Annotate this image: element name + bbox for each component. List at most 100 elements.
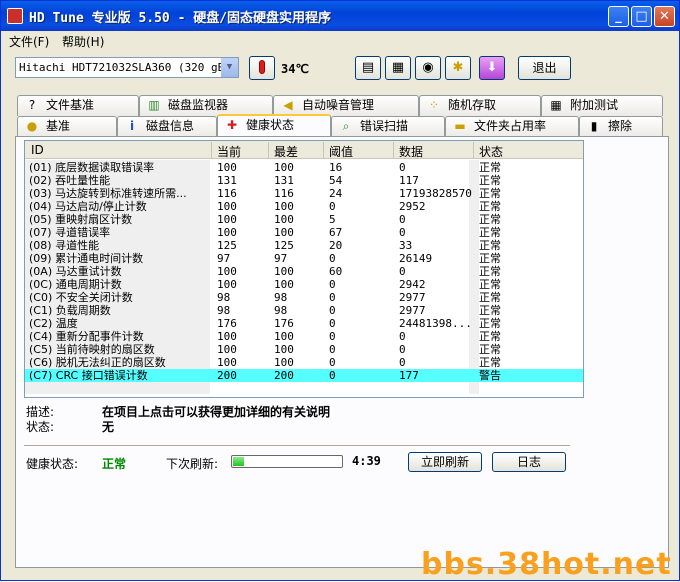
tab-file-benchmark[interactable]: ? 文件基准 xyxy=(17,95,139,116)
smart-table[interactable]: ID 当前 最差 阈值 数据 状态 (01) 底层数据读取错误率 100 100 16… xyxy=(24,140,584,398)
copy-text-button[interactable]: ▤ xyxy=(355,56,381,80)
header-worst[interactable]: 最差 xyxy=(274,143,298,160)
cell-data: 0 xyxy=(399,161,406,174)
cell-current: 100 xyxy=(217,330,237,343)
table-row[interactable]: (03) 马达旋转到标准转速所需... 116 116 24 17193828570 正常 xyxy=(25,187,583,200)
tab-random-access[interactable]: ⁘ 随机存取 xyxy=(419,95,541,116)
table-row[interactable]: (C1) 负载周期数 98 98 0 2977 正常 xyxy=(25,304,583,317)
cell-data: 33 xyxy=(399,239,413,252)
header-separator xyxy=(473,142,474,158)
menu-help[interactable]: 帮助(H) xyxy=(62,33,104,50)
state-label: 状态: xyxy=(26,420,55,434)
state-value: 无 xyxy=(102,420,115,434)
refresh-now-button[interactable]: 立即刷新 xyxy=(408,452,482,472)
chevron-down-icon[interactable]: ▼ xyxy=(221,58,238,77)
cell-id: (05) 重映射扇区计数 xyxy=(29,213,133,226)
trash-icon: ▮ xyxy=(590,119,598,133)
header-threshold[interactable]: 阈值 xyxy=(329,143,353,160)
table-row[interactable]: (05) 重映射扇区计数 100 100 5 0 正常 xyxy=(25,213,583,226)
header-status[interactable]: 状态 xyxy=(479,143,503,160)
cell-id: (C1) 负载周期数 xyxy=(29,304,111,317)
menu-bar: 文件(F) 帮助(H) xyxy=(1,31,679,49)
cell-threshold: 60 xyxy=(329,265,343,278)
tab-aam[interactable]: ◀ 自动噪音管理 xyxy=(273,95,419,116)
cell-worst: 100 xyxy=(274,330,294,343)
tab-disk-monitor[interactable]: ▥ 磁盘监视器 xyxy=(139,95,273,116)
table-row[interactable]: (0A) 马达重试计数 100 100 60 0 正常 xyxy=(25,265,583,278)
table-row[interactable]: (04) 马达启动/停止计数 100 100 0 2952 正常 xyxy=(25,200,583,213)
tab-disk-info[interactable]: i 磁盘信息 xyxy=(117,116,217,137)
title-bar[interactable]: HD Tune 专业版 5.50 - 硬盘/固态硬盘实用程序 _ □ ✕ xyxy=(1,1,679,31)
table-row[interactable]: (07) 寻道错误率 100 100 67 0 正常 xyxy=(25,226,583,239)
log-button[interactable]: 日志 xyxy=(492,452,566,472)
info-icon: i xyxy=(129,119,135,133)
cell-id: (02) 吞吐量性能 xyxy=(29,174,111,187)
table-row[interactable]: (02) 吞吐量性能 131 131 54 117 正常 xyxy=(25,174,583,187)
window-title: HD Tune 专业版 5.50 - 硬盘/固态硬盘实用程序 xyxy=(29,11,332,26)
tab-benchmark[interactable]: ● 基准 xyxy=(17,116,117,137)
cell-worst: 100 xyxy=(274,213,294,226)
tab-health[interactable]: ✚ 健康状态 xyxy=(217,114,331,137)
minimize-button[interactable]: _ xyxy=(608,6,629,27)
cell-threshold: 0 xyxy=(329,304,336,317)
header-data[interactable]: 数据 xyxy=(399,143,423,160)
drive-select-value: Hitachi HDT721032SLA360 (320 gB) xyxy=(19,61,231,74)
tab-row-bottom: ● 基准 i 磁盘信息 ✚ 健康状态 ⌕ 错误扫描 ▬ 文件夹占用率 ▮ 擦除 xyxy=(15,114,669,137)
cell-worst: 98 xyxy=(274,291,288,304)
drive-select[interactable]: Hitachi HDT721032SLA360 (320 gB) ▼ xyxy=(15,57,239,78)
download-arrow-icon: ⬇ xyxy=(486,60,498,75)
table-row[interactable]: (C5) 当前待映射的扇区数 100 100 0 0 正常 xyxy=(25,343,583,356)
cell-data: 0 xyxy=(399,226,406,239)
temperature-button[interactable] xyxy=(249,56,275,80)
table-row[interactable]: (C4) 重新分配事件计数 100 100 0 0 正常 xyxy=(25,330,583,343)
table-header: ID 当前 最差 阈值 数据 状态 xyxy=(25,141,583,159)
save-button[interactable]: ⬇ xyxy=(479,56,505,80)
cell-worst: 97 xyxy=(274,252,288,265)
tab-extra-tests[interactable]: ▦ 附加测试 xyxy=(541,95,663,116)
cell-worst: 116 xyxy=(274,187,294,200)
tab-error-scan[interactable]: ⌕ 错误扫描 xyxy=(331,116,445,137)
tab-folder-usage[interactable]: ▬ 文件夹占用率 xyxy=(445,116,579,137)
maximize-button[interactable]: □ xyxy=(631,6,652,27)
cell-worst: 98 xyxy=(274,304,288,317)
cell-status: 正常 xyxy=(479,330,501,343)
refresh-progress-fill xyxy=(233,457,244,466)
cell-data: 0 xyxy=(399,265,406,278)
tab-row-top: ? 文件基准 ▥ 磁盘监视器 ◀ 自动噪音管理 ⁘ 随机存取 ▦ 附加测试 xyxy=(15,95,669,116)
cell-id: (01) 底层数据读取错误率 xyxy=(29,161,155,174)
table-row[interactable]: (08) 寻道性能 125 125 20 33 正常 xyxy=(25,239,583,252)
cell-status: 正常 xyxy=(479,161,501,174)
close-button[interactable]: ✕ xyxy=(654,6,675,27)
cell-current: 116 xyxy=(217,187,237,200)
exit-button[interactable]: 退出 xyxy=(518,56,571,80)
options-button[interactable]: ✱ xyxy=(445,56,471,80)
header-id[interactable]: ID xyxy=(31,143,44,157)
cell-current: 131 xyxy=(217,174,237,187)
table-row[interactable]: (09) 累计通电时间计数 97 97 0 26149 正常 xyxy=(25,252,583,265)
cell-id: (C4) 重新分配事件计数 xyxy=(29,330,144,343)
table-row[interactable]: (C0) 不安全关闭计数 98 98 0 2977 正常 xyxy=(25,291,583,304)
header-separator xyxy=(211,142,212,158)
cell-threshold: 0 xyxy=(329,356,336,369)
table-row[interactable]: (01) 底层数据读取错误率 100 100 16 0 正常 xyxy=(25,161,583,174)
magnifier-icon: ⌕ xyxy=(342,119,350,133)
table-row[interactable]: (C6) 脱机无法纠正的扇区数 100 100 0 0 正常 xyxy=(25,356,583,369)
screenshot-button[interactable]: ◉ xyxy=(415,56,441,80)
cell-current: 176 xyxy=(217,317,237,330)
table-row[interactable]: (C2) 温度 176 176 0 24481398... 正常 xyxy=(25,317,583,330)
table-row[interactable]: (0C) 通电周期计数 100 100 0 2942 正常 xyxy=(25,278,583,291)
cell-status: 警告 xyxy=(479,369,501,382)
cell-worst: 100 xyxy=(274,226,294,239)
cell-status: 正常 xyxy=(479,343,501,356)
cell-threshold: 20 xyxy=(329,239,343,252)
wrench-icon: ✱ xyxy=(452,60,464,75)
table-row[interactable]: (C7) CRC 接口错误计数 200 200 0 177 警告 xyxy=(25,369,583,382)
tab-erase[interactable]: ▮ 擦除 xyxy=(579,116,663,137)
header-current[interactable]: 当前 xyxy=(217,143,241,160)
cell-status: 正常 xyxy=(479,291,501,304)
cell-data: 2942 xyxy=(399,278,426,291)
cell-data: 117 xyxy=(399,174,419,187)
cell-data: 0 xyxy=(399,343,406,356)
menu-file[interactable]: 文件(F) xyxy=(9,33,49,50)
copy-screenshot-button[interactable]: ▦ xyxy=(385,56,411,80)
